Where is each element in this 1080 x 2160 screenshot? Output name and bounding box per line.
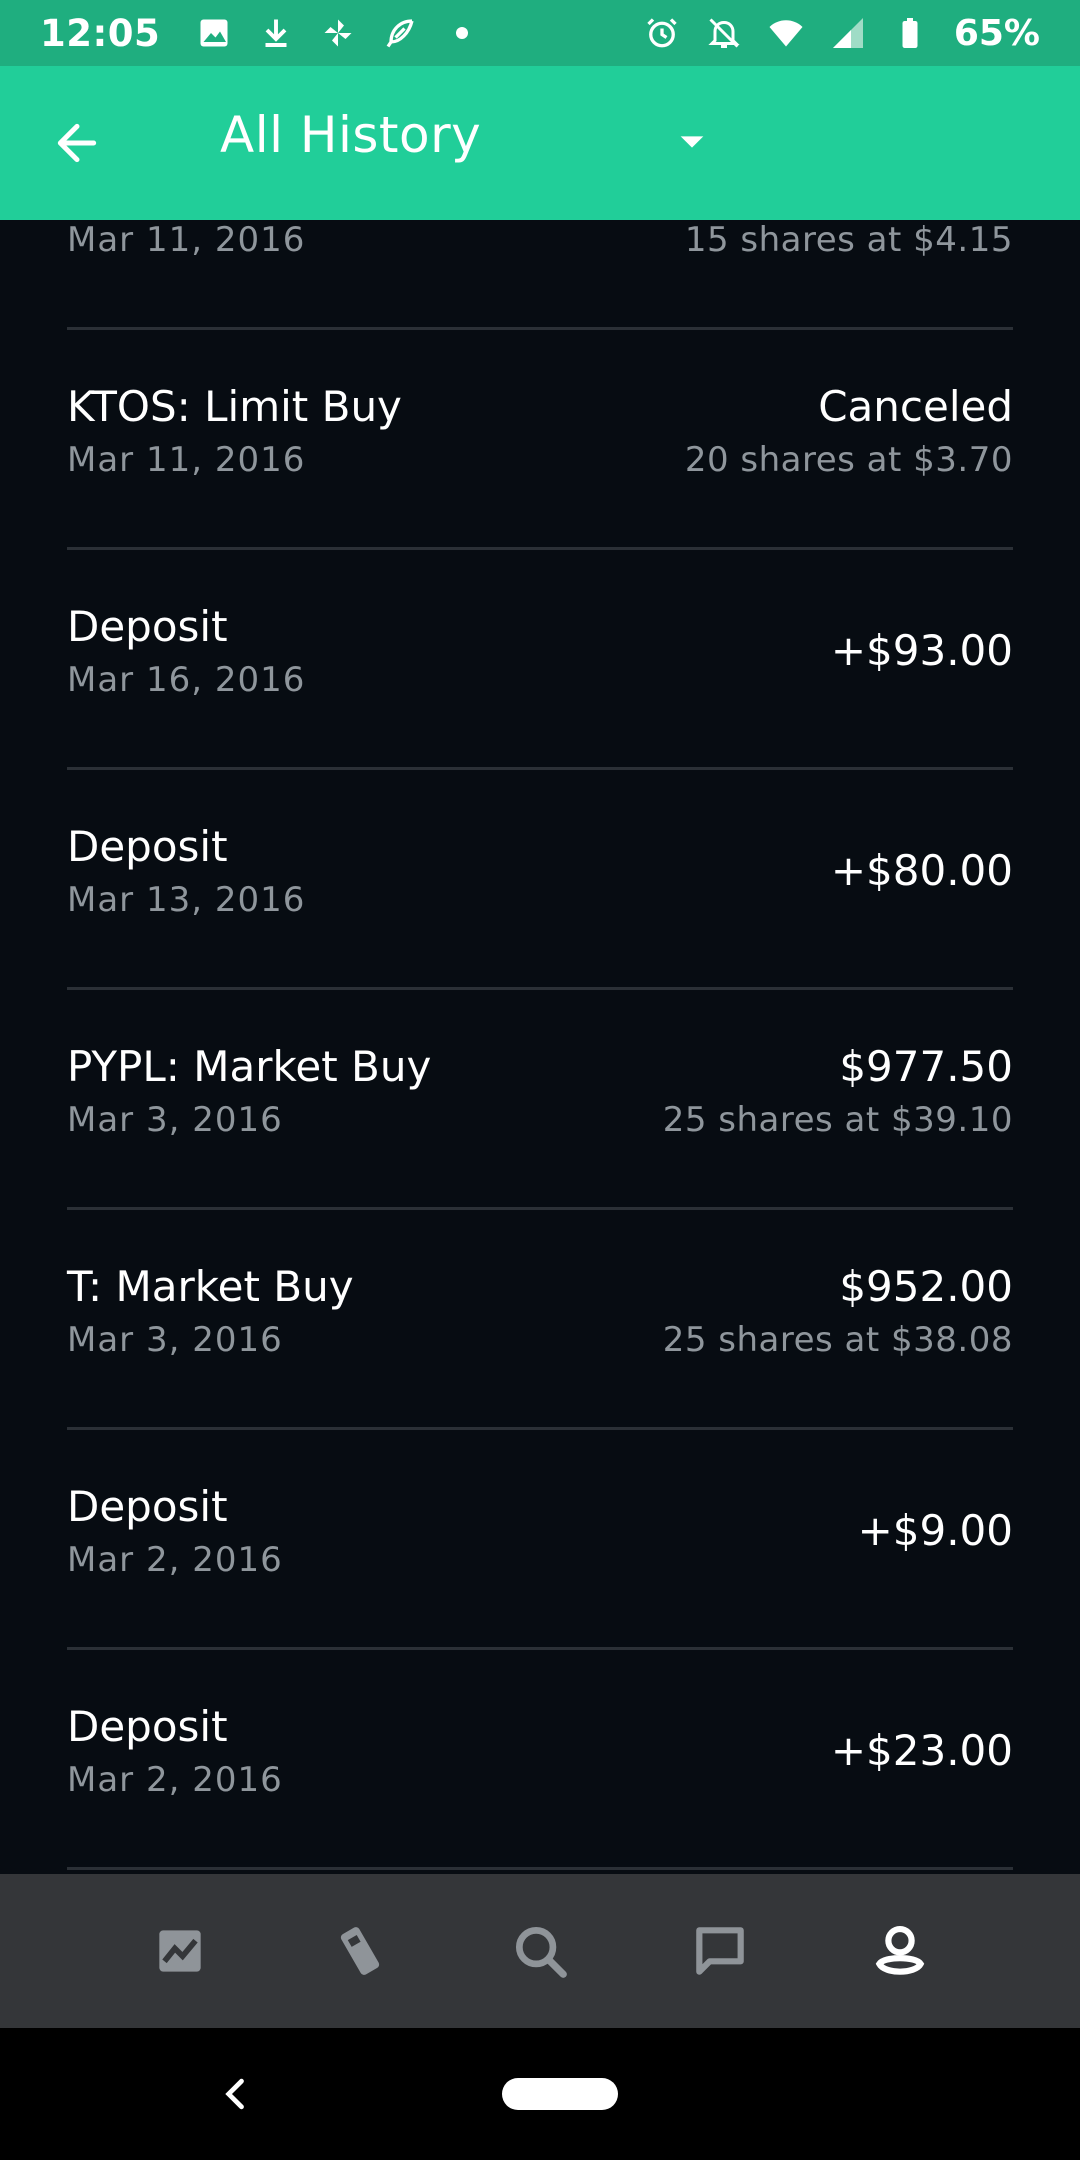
status-left: 12:05 [40,12,480,55]
nav-search[interactable] [495,1906,585,1996]
download-icon [258,15,294,51]
list-item[interactable]: Deposit Mar 16, 2016 +$93.00 [67,550,1013,770]
list-item[interactable]: Deposit Mar 2, 2016 +$9.00 [67,1430,1013,1650]
item-title: Deposit [67,822,228,871]
nav-messages[interactable] [675,1906,765,1996]
history-list[interactable]: Mar 11, 2016 15 shares at $4.15 KTOS: Li… [0,220,1080,1874]
list-item[interactable]: Deposit Mar 2, 2016 +$23.00 [67,1650,1013,1870]
item-amount: +$80.00 [830,846,1013,895]
item-title: T: Market Buy [67,1262,354,1311]
item-date: Mar 2, 2016 [67,1760,283,1800]
item-date: Mar 16, 2016 [67,660,306,700]
status-right: 65% [644,13,1040,54]
system-nav-bar [0,2028,1080,2160]
bottom-nav [0,1874,1080,2028]
item-amount: +$9.00 [857,1506,1013,1555]
list-item[interactable]: KTOS: Limit Buy Mar 11, 2016 Canceled 20… [67,330,1013,550]
divider [67,1867,1013,1870]
chart-icon [159,1930,201,1972]
item-date: Mar 3, 2016 [67,1100,283,1140]
card-icon [340,1927,380,1975]
nav-portfolio[interactable] [135,1906,225,1996]
feather-icon [382,15,418,51]
messages-icon [696,1927,744,1975]
item-date: Mar 2, 2016 [67,1540,283,1580]
status-bar: 12:05 65% [0,0,1080,66]
arrow-left-icon [57,123,97,163]
image-icon [196,15,232,51]
back-chevron-icon [225,2078,244,2110]
list-item[interactable]: Mar 11, 2016 15 shares at $4.15 [67,220,1013,330]
dot-icon [444,15,480,51]
nav-account[interactable] [855,1906,945,1996]
pinwheel-icon [320,15,356,51]
item-title: Deposit [67,602,228,651]
item-title: Deposit [67,1702,228,1751]
item-title: Deposit [67,1482,228,1531]
item-date: Mar 11, 2016 [67,440,306,480]
item-amount: $952.00 [839,1262,1013,1311]
item-amount: Canceled [818,382,1013,431]
item-title: PYPL: Market Buy [67,1042,432,1091]
list-item[interactable]: Deposit Mar 13, 2016 +$80.00 [67,770,1013,990]
status-time: 12:05 [40,11,161,55]
wifi-icon [768,15,804,51]
history-filter-dropdown[interactable] [670,120,714,164]
account-icon [875,1925,925,1975]
item-detail: 25 shares at $39.10 [662,1100,1013,1140]
notifications-off-icon [706,15,742,51]
item-date: Mar 3, 2016 [67,1320,283,1360]
battery-icon [892,15,928,51]
item-detail: 15 shares at $4.15 [684,220,1013,260]
caret-down-icon [680,136,704,148]
alarm-icon [644,15,680,51]
list-item[interactable]: T: Market Buy Mar 3, 2016 $952.00 25 sha… [67,1210,1013,1430]
item-amount: +$93.00 [830,626,1013,675]
page-title[interactable]: All History [220,106,481,164]
item-title: KTOS: Limit Buy [67,382,402,431]
item-amount: $977.50 [839,1042,1013,1091]
item-detail: 25 shares at $38.08 [662,1320,1013,1360]
item-date: Mar 11, 2016 [67,220,306,260]
item-amount: +$23.00 [830,1726,1013,1775]
nav-cards[interactable] [315,1906,405,1996]
list-item[interactable]: PYPL: Market Buy Mar 3, 2016 $977.50 25 … [67,990,1013,1210]
item-detail: 20 shares at $3.70 [684,440,1013,480]
signal-icon [830,15,866,51]
home-pill[interactable] [502,2078,618,2110]
system-back-button[interactable] [214,2070,258,2118]
battery-percent: 65% [953,12,1040,54]
back-button[interactable] [46,112,108,174]
item-date: Mar 13, 2016 [67,880,306,920]
search-icon [515,1926,567,1978]
app-bar: All History [0,66,1080,220]
